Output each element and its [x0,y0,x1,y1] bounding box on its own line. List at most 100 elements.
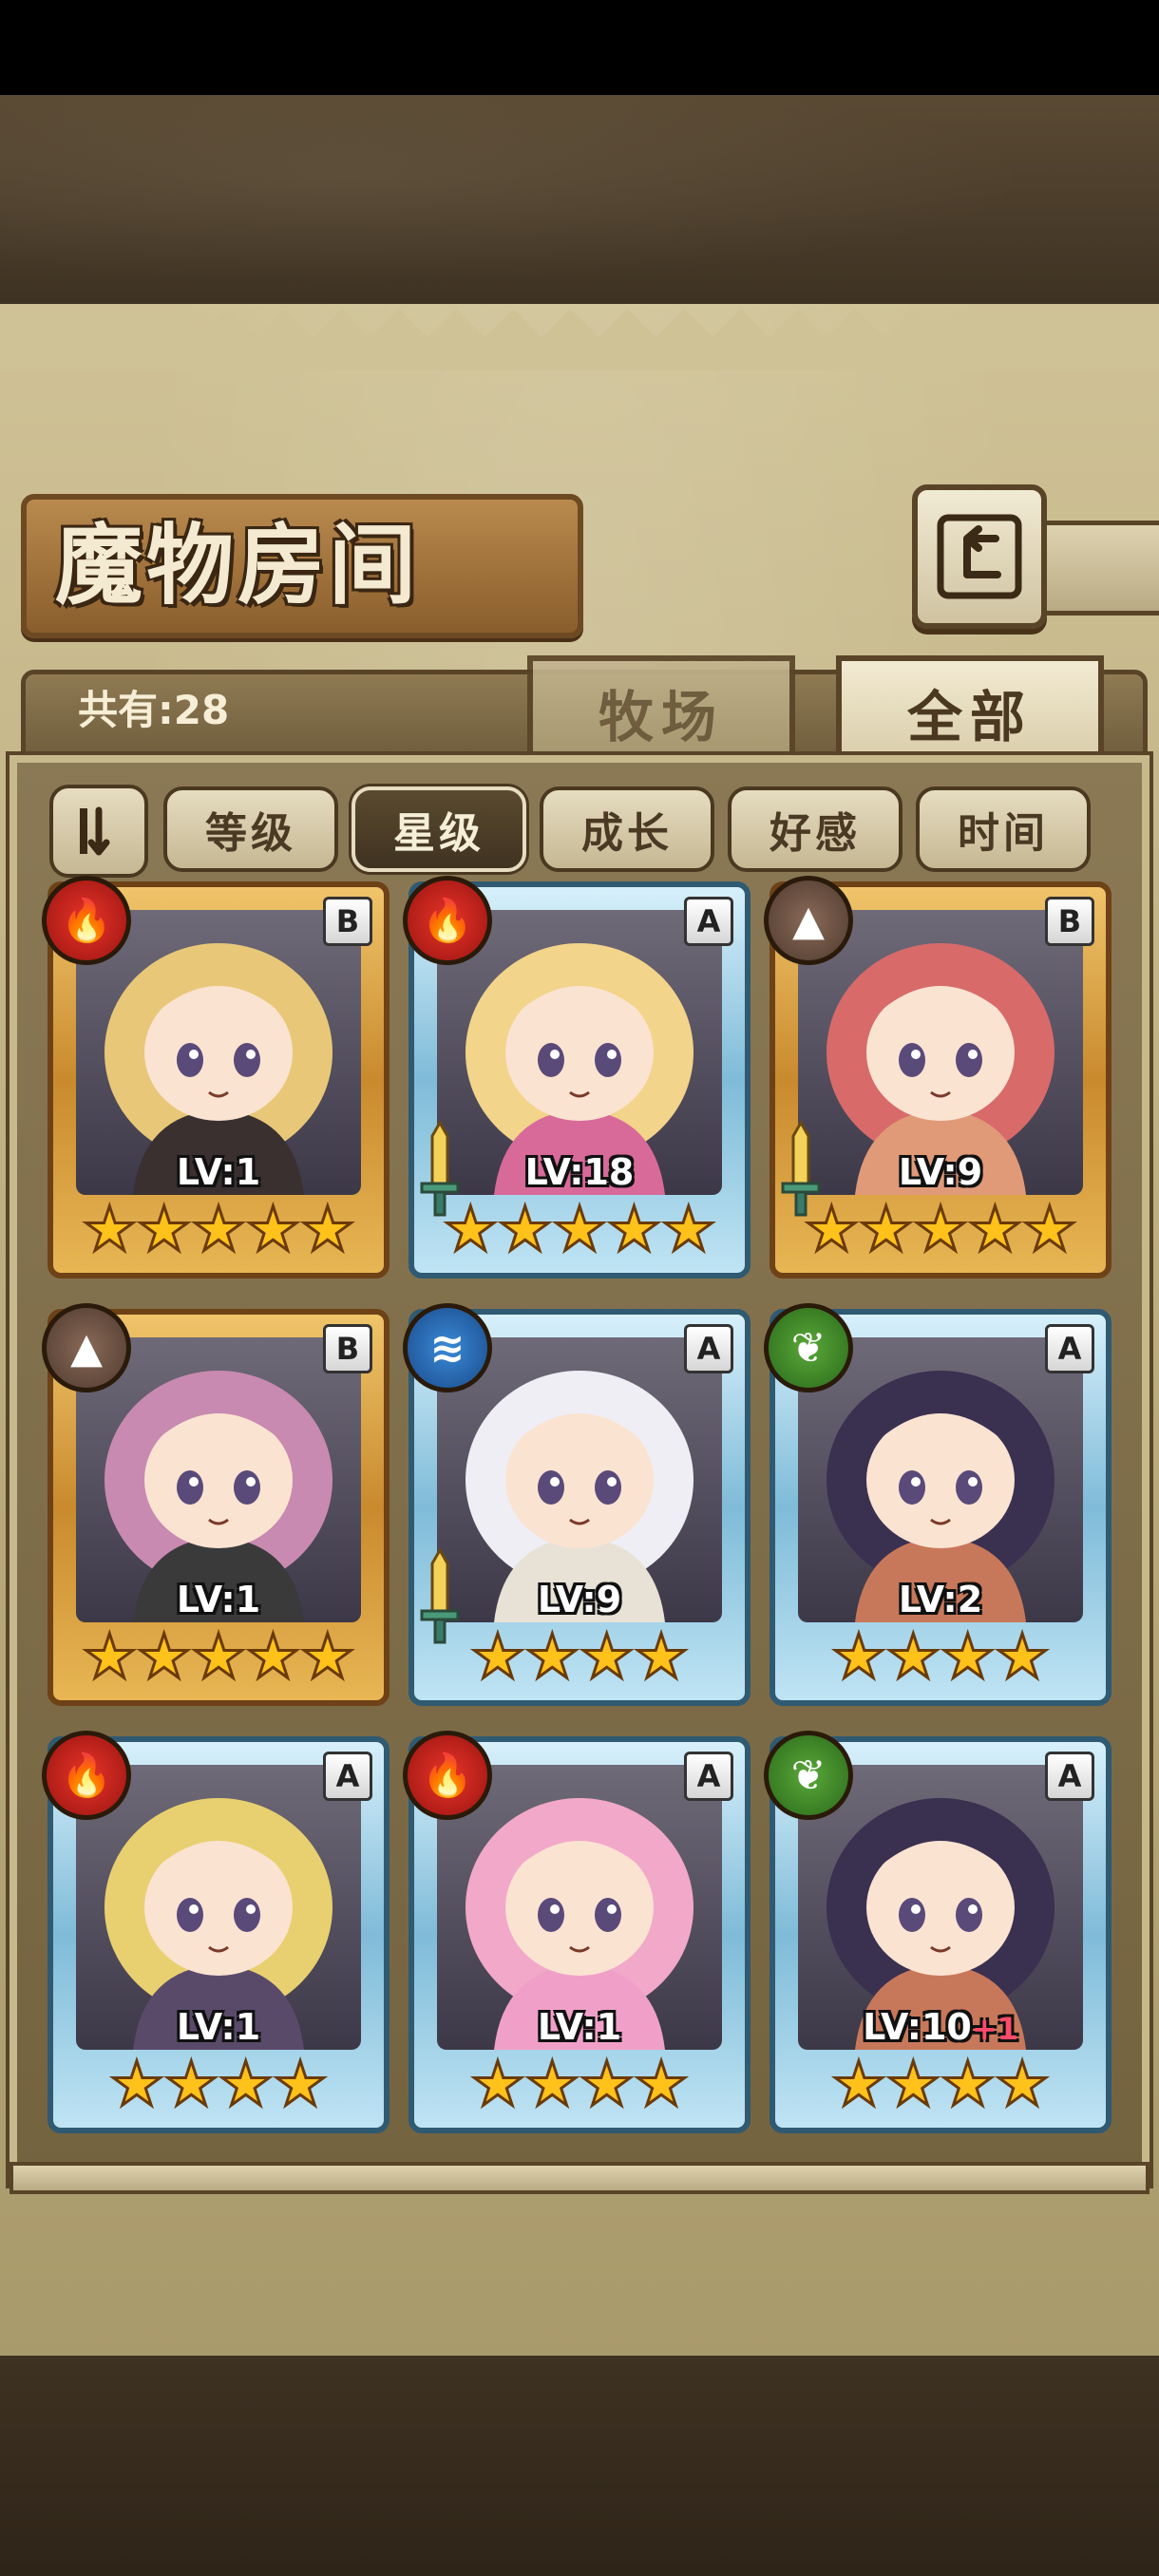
water-element-icon: ≋ [403,1303,492,1392]
filter-affection[interactable]: 好感 [728,786,902,872]
tab-ranch[interactable]: 牧场 [527,655,795,764]
map-background-top [0,95,1159,304]
star-rating: ★ ★ ★ ★ [770,2050,1112,2120]
star-icon: ★ [605,1195,662,1265]
star-icon: ★ [299,1622,356,1693]
star-icon: ★ [939,2050,996,2120]
star-rating: ★ ★ ★ ★ [408,1622,750,1693]
grade-badge: A [684,1752,733,1801]
star-icon: ★ [994,2050,1051,2120]
fire-element-icon: 🔥 [403,1731,492,1820]
star-icon: ★ [469,2050,526,2120]
star-icon: ★ [272,2050,329,2120]
filter-level[interactable]: 等级 [163,786,338,872]
monster-level: LV:18 [408,1151,750,1193]
back-button[interactable] [912,484,1047,629]
filter-growth[interactable]: 成长 [540,786,714,872]
star-icon: ★ [135,1622,192,1693]
page-title: 魔物房间 [55,514,421,616]
star-icon: ★ [190,1622,247,1693]
star-icon: ★ [966,1195,1023,1265]
star-rating: ★ ★ ★ ★ ★ [48,1195,390,1265]
fire-element-icon: 🔥 [403,876,492,965]
star-icon: ★ [578,2050,635,2120]
star-icon: ★ [633,1622,690,1693]
level-value: LV:18 [524,1151,635,1193]
star-icon: ★ [162,2050,219,2120]
level-value: LV:1 [176,1579,261,1620]
monster-card[interactable]: ▲ B LV:1 ★ ★ ★ ★ ★ [42,1303,390,1706]
map-background-bottom [0,2356,1159,2576]
level-value: LV:2 [898,1579,983,1620]
grade-badge: A [1045,1752,1094,1801]
star-icon: ★ [994,1622,1051,1693]
grade-badge: A [323,1752,372,1801]
level-value: LV:10 [863,2006,972,2048]
star-rating: ★ ★ ★ ★ [770,1622,1112,1693]
star-rating: ★ ★ ★ ★ [408,2050,750,2120]
star-icon: ★ [496,1195,553,1265]
star-icon: ★ [469,1622,526,1693]
monster-card[interactable]: 🔥 A LV:1 ★ ★ ★ ★ [42,1731,390,2133]
level-value: LV:1 [537,2006,622,2048]
star-icon: ★ [244,1195,301,1265]
star-icon: ★ [190,1195,247,1265]
star-icon: ★ [299,1195,356,1265]
monster-card[interactable]: ▲ B LV:9 ★ ★ ★ ★ ★ [764,876,1112,1279]
grade-badge: A [684,897,733,946]
monster-level: LV:2 [770,1579,1112,1620]
level-value: LV:9 [898,1151,983,1193]
monster-card[interactable]: ❦ A LV:2 ★ ★ ★ ★ [764,1303,1112,1706]
filter-time[interactable]: 时间 [916,786,1091,872]
star-icon: ★ [551,1195,608,1265]
star-rating: ★ ★ ★ ★ ★ [48,1622,390,1693]
star-icon: ★ [939,1622,996,1693]
star-rating: ★ ★ ★ ★ [48,2050,390,2120]
monster-card[interactable]: 🔥 B LV:1 ★ ★ ★ ★ ★ [42,876,390,1279]
grade-badge: A [684,1324,733,1373]
star-icon: ★ [803,1195,860,1265]
parchment-zigzag-edge [0,304,1159,370]
star-rating: ★ ★ ★ ★ ★ [770,1195,1112,1265]
return-arrow-icon [937,514,1022,599]
level-value: LV:1 [176,2006,261,2048]
star-icon: ★ [660,1195,717,1265]
monster-level: LV:9 [770,1151,1112,1193]
wood-element-icon: ❦ [764,1303,853,1392]
grade-badge: B [1045,897,1094,946]
star-icon: ★ [108,2050,165,2120]
star-icon: ★ [830,1622,887,1693]
fire-element-icon: 🔥 [42,1731,131,1820]
star-icon: ★ [81,1622,138,1693]
level-bonus: +1 [971,2011,1018,2047]
monster-level: LV:1 [48,2006,390,2048]
monster-card[interactable]: ❦ A LV:10+1 ★ ★ ★ ★ [764,1731,1112,2133]
star-icon: ★ [633,2050,690,2120]
sort-toggle-button[interactable] [49,785,148,878]
monster-count: 共有:28 [78,687,230,733]
monster-level: LV:1 [48,1151,390,1193]
star-icon: ★ [884,1622,941,1693]
panel-bottom-rail [10,2162,1150,2194]
sort-toggle-icon [80,806,110,856]
monster-level: LV:9 [408,1579,750,1620]
level-value: LV:9 [537,1579,622,1620]
grade-badge: A [1045,1324,1094,1373]
monster-level: LV:1 [408,2006,750,2048]
grade-badge: B [323,897,372,946]
star-icon: ★ [1021,1195,1078,1265]
monster-card[interactable]: 🔥 A LV:18 ★ ★ ★ ★ ★ [403,876,750,1279]
fire-element-icon: 🔥 [42,876,131,965]
level-value: LV:1 [176,1151,261,1193]
star-icon: ★ [442,1195,499,1265]
tab-all[interactable]: 全部 [836,655,1104,764]
star-icon: ★ [857,1195,914,1265]
star-rating: ★ ★ ★ ★ ★ [408,1195,750,1265]
monster-card[interactable]: ≋ A LV:9 ★ ★ ★ ★ [403,1303,750,1706]
filter-stars[interactable]: 星级 [352,786,526,872]
earth-element-icon: ▲ [764,876,853,965]
monster-card[interactable]: 🔥 A LV:1 ★ ★ ★ ★ [403,1731,750,2133]
star-icon: ★ [912,1195,969,1265]
back-button-rail [1036,521,1159,616]
monster-level: LV:10+1 [770,2006,1112,2048]
